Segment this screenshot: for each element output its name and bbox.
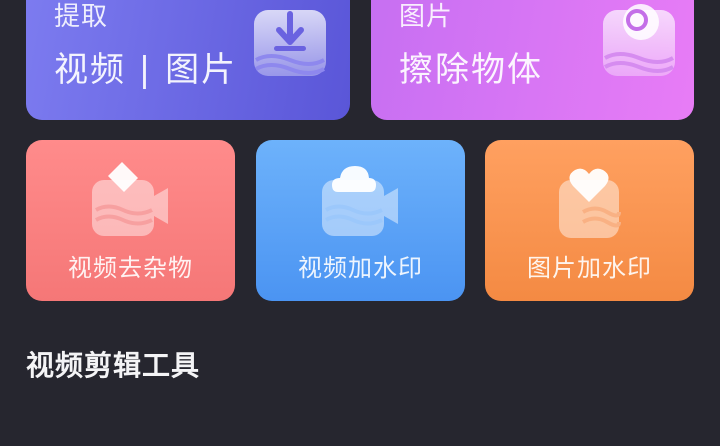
video-watermark-card[interactable]: 视频加水印 [256,140,465,301]
video-remove-object-label: 视频去杂物 [68,254,193,282]
video-watermark-label: 视频加水印 [298,254,423,282]
extract-card-subtitle: 提取 [54,2,109,32]
video-cloud-icon [322,166,398,236]
extract-card-title: 视频 | 图片 [54,50,238,90]
erase-card-subtitle: 图片 [399,2,454,32]
video-remove-object-card[interactable]: 视频去杂物 [26,140,235,301]
erase-card-title: 擦除物体 [399,50,543,90]
image-watermark-label: 图片加水印 [527,254,652,282]
image-heart-icon [559,168,621,238]
erase-object-card[interactable]: 图片 擦除物体 [371,0,694,120]
video-eraser-icon [92,162,168,236]
extract-video-image-card[interactable]: 提取 视频 | 图片 [26,0,350,120]
image-watermark-card[interactable]: 图片加水印 [485,140,694,301]
image-erase-icon [603,4,675,76]
video-tools-section-title: 视频剪辑工具 [26,349,201,382]
tools-page: 提取 视频 | 图片 图片 擦除物体 视频去杂物 视频加水印 图片加水印 视频剪… [0,0,720,446]
download-tray-icon [254,10,326,76]
